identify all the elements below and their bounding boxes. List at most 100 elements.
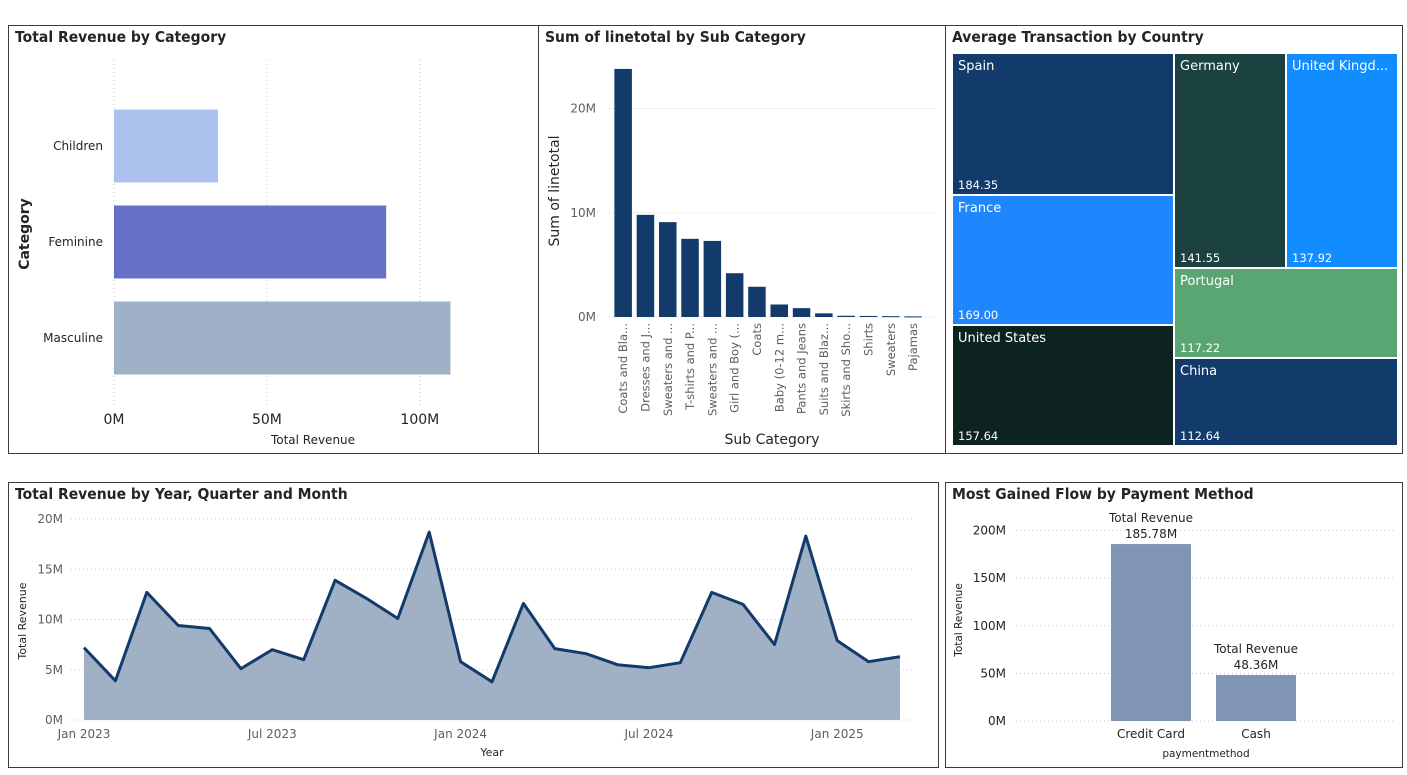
x-axis-title: Year: [479, 746, 504, 759]
bar: [681, 238, 699, 317]
x-tick-label: Pajamas: [906, 323, 920, 371]
x-tick-label: Jul 2023: [247, 727, 297, 741]
y-tick-label: 10M: [37, 613, 63, 627]
treemap-tile-value: 157.64: [958, 429, 999, 443]
x-tick-label: Credit Card: [1117, 727, 1185, 741]
treemap-tile[interactable]: China 112.64: [1174, 358, 1398, 446]
y-tick-label: 0M: [45, 713, 63, 727]
data-label-value: 185.78M: [1125, 527, 1177, 541]
bar: [837, 315, 855, 317]
treemap-tile[interactable]: United States 157.64: [952, 325, 1174, 446]
treemap-tile-value: 169.00: [958, 308, 999, 322]
area-fill: [84, 532, 900, 720]
y-tick-label: 5M: [45, 663, 63, 677]
y-tick-label: 0M: [578, 310, 596, 324]
data-label-name: Total Revenue: [1213, 642, 1298, 656]
y-tick-label: Children: [53, 139, 103, 153]
treemap-tile-value: 112.64: [1180, 429, 1221, 443]
data-label-value: 48.36M: [1234, 658, 1279, 672]
x-tick-label: Jul 2024: [624, 727, 674, 741]
treemap-tile-label: France: [958, 201, 1002, 216]
x-tick-label: 50M: [252, 412, 282, 428]
timeline-chart[interactable]: 0M 5M 10M 15M 20M Jan 2023 Jul 2023 Jan 2024 Jul…: [9, 483, 938, 767]
y-tick-label: 20M: [37, 512, 63, 526]
treemap-tile[interactable]: France 169.00: [952, 195, 1174, 325]
x-tick-label: Sweaters and ...: [661, 323, 675, 416]
treemap-tile[interactable]: Germany 141.55: [1174, 53, 1286, 268]
bar: [1111, 544, 1191, 721]
treemap-tile-label: Spain: [958, 59, 995, 74]
y-tick-label: 50M: [980, 666, 1006, 680]
x-axis-title: paymentmethod: [1162, 748, 1249, 760]
y-tick-label: 100M: [973, 619, 1006, 633]
x-tick-label: Skirts and Sho...: [839, 323, 853, 417]
y-tick-label: 200M: [973, 524, 1006, 538]
treemap-tile[interactable]: United Kingd... 137.92: [1286, 53, 1398, 268]
treemap-tile-label: China: [1180, 364, 1218, 379]
y-tick-label: Feminine: [48, 235, 103, 249]
x-axis-title: Total Revenue: [270, 433, 355, 447]
bar: [114, 109, 218, 183]
bar: [748, 286, 766, 317]
x-tick-label: 100M: [400, 412, 439, 428]
bar: [703, 240, 722, 317]
bar: [614, 68, 632, 317]
treemap-tile-value: 117.22: [1180, 341, 1221, 355]
treemap-tile-value: 137.92: [1292, 251, 1333, 265]
country-panel[interactable]: Average Transaction by Country Spain 184.…: [945, 25, 1403, 454]
country-treemap[interactable]: Spain 184.35 Germany 141.55 United Kingd... 1…: [946, 26, 1402, 453]
treemap-tile[interactable]: Portugal 117.22: [1174, 268, 1398, 358]
x-tick-label: Pants and Jeans: [795, 323, 809, 414]
subcategory-chart[interactable]: 0M 10M 20M Coats and Bla... Dresses and J...…: [539, 26, 945, 453]
x-tick-label: Jan 2025: [810, 727, 864, 741]
bar: [114, 205, 387, 279]
bar: [904, 316, 922, 318]
y-tick-label: 0M: [988, 714, 1006, 728]
treemap-tile[interactable]: Spain 184.35: [952, 53, 1174, 195]
bar: [792, 308, 811, 317]
payment-panel[interactable]: Most Gained Flow by Payment Method 0M 50M…: [945, 482, 1403, 768]
timeline-panel[interactable]: Total Revenue by Year, Quarter and Month…: [8, 482, 939, 768]
x-tick-label: 0M: [104, 412, 125, 428]
y-tick-label: Masculine: [43, 331, 103, 345]
x-tick-label: Sweaters and ...: [705, 323, 719, 416]
y-axis-title: Total Revenue: [953, 583, 965, 658]
data-label-name: Total Revenue: [1108, 511, 1193, 525]
treemap-tile-label: Germany: [1180, 59, 1240, 74]
y-tick-label: 10M: [570, 206, 596, 220]
x-tick-label: Coats and Bla...: [616, 323, 630, 414]
bar: [882, 316, 900, 318]
x-tick-label: Dresses and J...: [638, 323, 652, 412]
x-tick-label: Baby (0-12 m...: [772, 323, 786, 412]
bar: [770, 304, 788, 317]
x-tick-label: Sweaters: [884, 323, 898, 376]
treemap-tile-label: United Kingd...: [1292, 59, 1389, 74]
y-axis-title: Total Revenue: [16, 582, 29, 660]
x-tick-label: Suits and Blaz...: [817, 323, 831, 415]
treemap-tile-value: 184.35: [958, 178, 999, 192]
bar: [1216, 674, 1296, 721]
x-tick-label: Jan 2023: [57, 727, 111, 741]
x-tick-label: Girl and Boy (...: [728, 323, 742, 413]
bar: [636, 214, 655, 317]
bar: [815, 313, 833, 317]
x-tick-label: T-shirts and P...: [683, 323, 697, 411]
x-tick-label: Cash: [1241, 727, 1271, 741]
x-tick-label: Coats: [750, 323, 764, 356]
bar: [725, 273, 744, 317]
y-axis-title: Category: [17, 198, 33, 270]
category-chart[interactable]: 0M 50M 100MChildrenFeminineMasculineTotal …: [9, 26, 538, 453]
subcategory-panel[interactable]: Sum of linetotal by Sub Category 0M 10M 20…: [538, 25, 946, 454]
bar: [859, 315, 878, 317]
treemap-tile-label: Portugal: [1180, 274, 1234, 289]
category-panel[interactable]: Total Revenue by Category 0M 50M 100M Child…: [8, 25, 539, 454]
y-tick-label: 15M: [37, 562, 63, 576]
y-axis-title: Sum of linetotal: [547, 135, 563, 246]
treemap-tile-value: 141.55: [1180, 251, 1221, 265]
x-axis-title: Sub Category: [724, 432, 819, 448]
payment-chart[interactable]: 0M 50M 100M 150M 200M Total Revenue 185.78M Cre…: [946, 483, 1402, 767]
x-tick-label: Shirts: [861, 323, 875, 356]
bar: [114, 301, 451, 375]
y-tick-label: 150M: [973, 571, 1006, 585]
y-tick-label: 20M: [570, 102, 596, 116]
